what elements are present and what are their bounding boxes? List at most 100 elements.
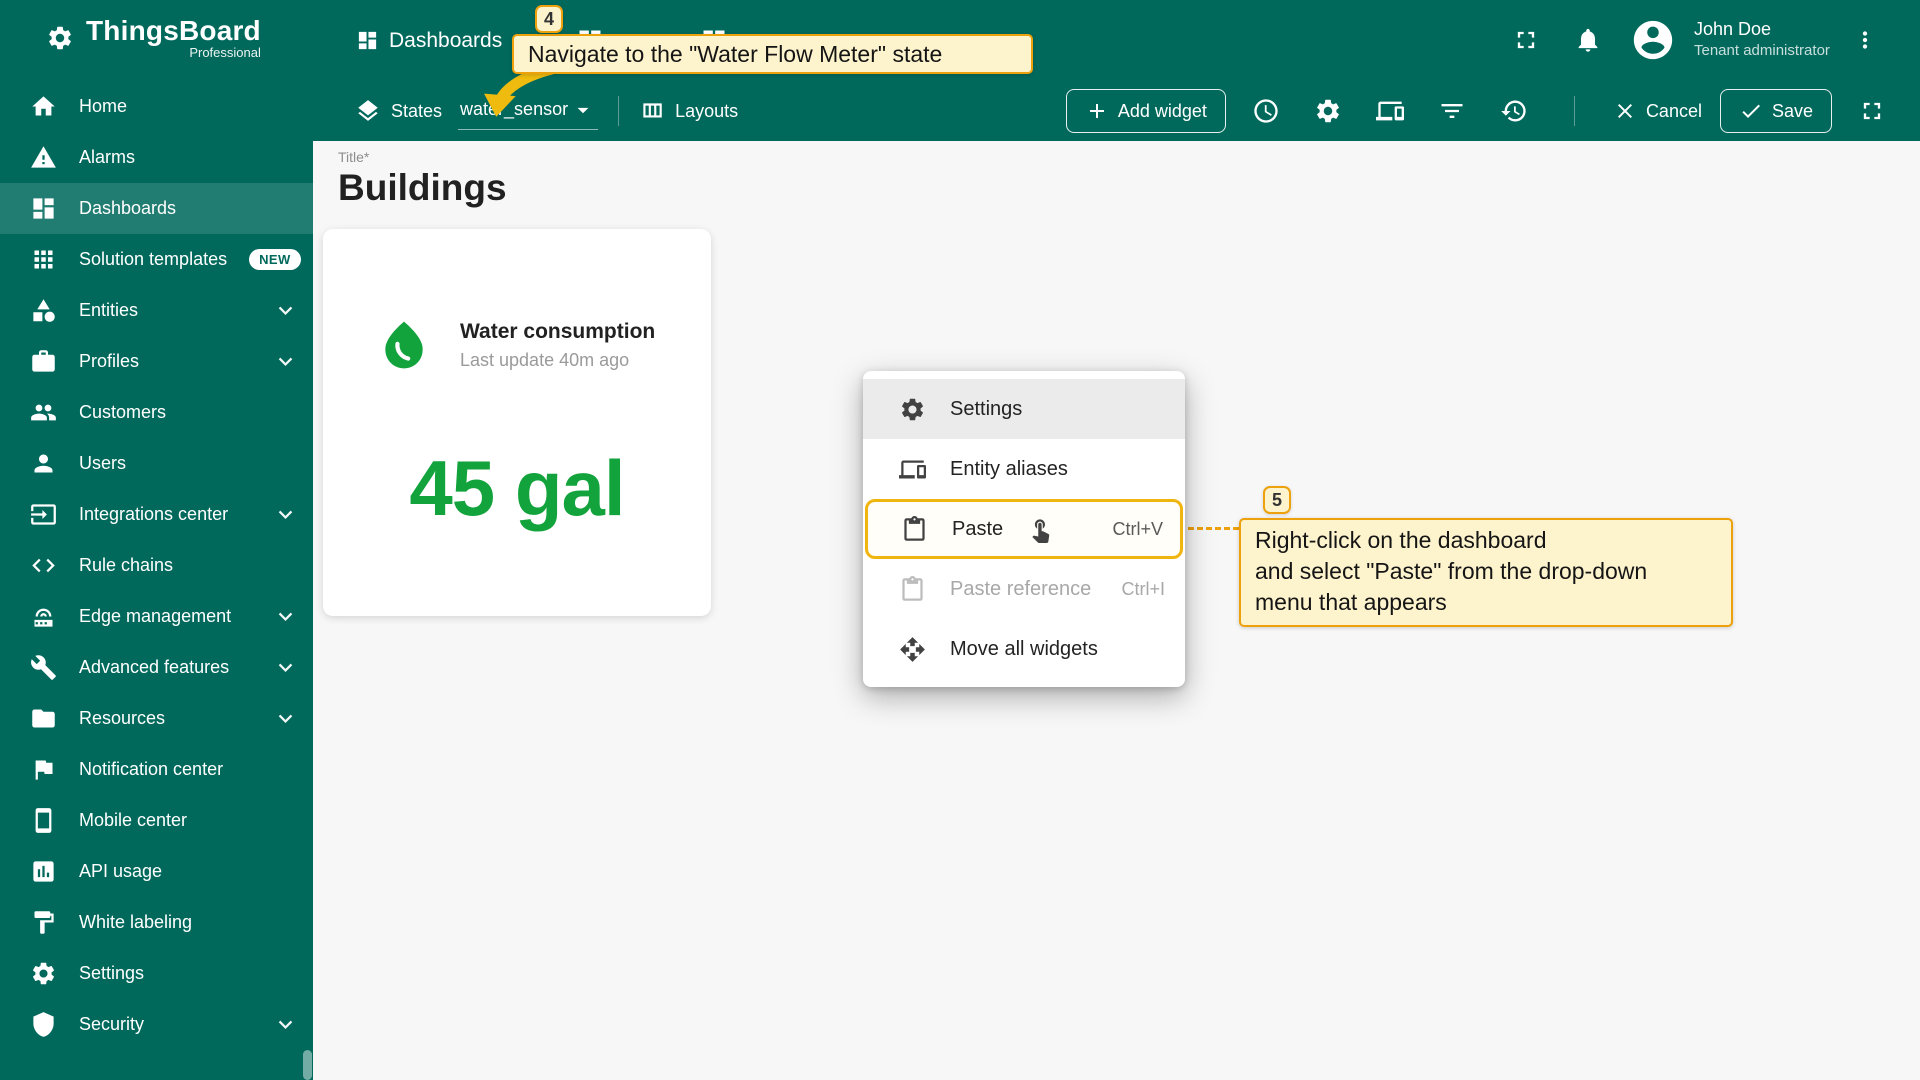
notifications-button[interactable] bbox=[1574, 26, 1602, 54]
states-label: States bbox=[391, 101, 442, 122]
add-widget-button[interactable]: Add widget bbox=[1066, 89, 1226, 133]
gear-icon bbox=[899, 396, 926, 423]
plus-icon bbox=[1085, 99, 1109, 123]
notification-flag-icon bbox=[30, 756, 57, 783]
dashboard-settings-button[interactable] bbox=[1306, 89, 1350, 133]
sidebar-item-label: Alarms bbox=[79, 147, 135, 168]
more-vert-icon bbox=[1852, 27, 1878, 53]
sidebar-item-users[interactable]: Users bbox=[0, 438, 313, 489]
sidebar-item-alarms[interactable]: Alarms bbox=[0, 132, 313, 183]
layouts-button[interactable]: Layouts bbox=[639, 98, 738, 124]
menu-item-label: Move all widgets bbox=[950, 638, 1098, 661]
header-overflow-menu-button[interactable] bbox=[1852, 27, 1878, 53]
sidebar-item-label: Integrations center bbox=[79, 504, 228, 525]
sidebar-item-label: Advanced features bbox=[79, 657, 229, 678]
sidebar-item-solution-templates[interactable]: Solution templates NEW bbox=[0, 234, 313, 285]
sidebar-item-advanced-features[interactable]: Advanced features bbox=[0, 642, 313, 693]
new-badge: NEW bbox=[249, 249, 301, 270]
bell-icon bbox=[1574, 26, 1602, 54]
sidebar-item-security[interactable]: Security bbox=[0, 999, 313, 1050]
menu-item-shortcut: Ctrl+I bbox=[1121, 579, 1165, 600]
history-icon bbox=[1500, 97, 1528, 125]
sidebar-item-label: Edge management bbox=[79, 606, 231, 627]
widget-value: 45 gal bbox=[323, 443, 711, 534]
sidebar-item-customers[interactable]: Customers bbox=[0, 387, 313, 438]
menu-item-move-all-widgets[interactable]: Move all widgets bbox=[863, 619, 1185, 679]
toolbar-right-group: Add widget Cancel bbox=[1066, 89, 1894, 133]
devices-icon bbox=[1376, 97, 1404, 125]
chevron-down-icon bbox=[272, 1011, 299, 1038]
toolbar-fullscreen-button[interactable] bbox=[1850, 89, 1894, 133]
sidebar-item-label: Profiles bbox=[79, 351, 139, 372]
api-usage-chart-icon bbox=[30, 858, 57, 885]
sidebar-item-label: Security bbox=[79, 1014, 144, 1035]
chevron-down-icon bbox=[272, 501, 299, 528]
dashboard-title[interactable]: Buildings bbox=[338, 167, 507, 209]
dashboard-title-field-label: Title* bbox=[338, 149, 369, 165]
sidebar-item-notification-center[interactable]: Notification center bbox=[0, 744, 313, 795]
resources-folder-icon bbox=[30, 705, 57, 732]
menu-item-paste-reference: Paste reference Ctrl+I bbox=[863, 559, 1185, 619]
sidebar-item-edge-management[interactable]: Edge management bbox=[0, 591, 313, 642]
sidebar-item-label: API usage bbox=[79, 861, 162, 882]
brand-logo[interactable]: ThingsBoard Professional bbox=[46, 16, 261, 60]
sidebar-item-dashboards[interactable]: Dashboards bbox=[0, 183, 313, 234]
sidebar-item-label: White labeling bbox=[79, 912, 192, 933]
profiles-icon bbox=[30, 348, 57, 375]
water-drop-icon bbox=[376, 317, 432, 373]
caret-down-icon bbox=[570, 97, 596, 123]
layouts-columns-icon bbox=[639, 98, 665, 124]
sidebar-item-profiles[interactable]: Profiles bbox=[0, 336, 313, 387]
menu-item-label: Paste bbox=[952, 518, 1003, 541]
sidebar-item-mobile-center[interactable]: Mobile center bbox=[0, 795, 313, 846]
settings-gear-icon bbox=[30, 960, 57, 987]
integrations-icon bbox=[30, 501, 57, 528]
rule-chains-icon bbox=[30, 552, 57, 579]
menu-item-entity-aliases[interactable]: Entity aliases bbox=[863, 439, 1185, 499]
sidebar-scrollbar-thumb[interactable] bbox=[303, 1050, 312, 1080]
user-avatar[interactable] bbox=[1630, 17, 1676, 63]
widget-header-text: Water consumption Last update 40m ago bbox=[460, 320, 655, 371]
sidebar-item-label: Entities bbox=[79, 300, 138, 321]
water-consumption-widget[interactable]: Water consumption Last update 40m ago 45… bbox=[323, 229, 711, 616]
entity-aliases-button[interactable] bbox=[1368, 89, 1412, 133]
home-icon bbox=[30, 93, 57, 120]
toolbar-divider bbox=[618, 96, 619, 126]
menu-item-shortcut: Ctrl+V bbox=[1112, 519, 1163, 540]
entities-icon bbox=[30, 297, 57, 324]
sidebar-item-entities[interactable]: Entities bbox=[0, 285, 313, 336]
states-layers-icon bbox=[355, 98, 381, 124]
sidebar-item-white-labeling[interactable]: White labeling bbox=[0, 897, 313, 948]
cancel-button[interactable]: Cancel bbox=[1613, 99, 1702, 123]
sidebar-item-api-usage[interactable]: API usage bbox=[0, 846, 313, 897]
sidebar-item-resources[interactable]: Resources bbox=[0, 693, 313, 744]
sidebar-item-home[interactable]: Home bbox=[0, 81, 313, 132]
step-5-badge: 5 bbox=[1263, 486, 1291, 514]
close-icon bbox=[1613, 99, 1637, 123]
sidebar-item-rule-chains[interactable]: Rule chains bbox=[0, 540, 313, 591]
filters-button[interactable] bbox=[1430, 89, 1474, 133]
timewindow-button[interactable] bbox=[1244, 89, 1288, 133]
sidebar-item-integrations-center[interactable]: Integrations center bbox=[0, 489, 313, 540]
step-5-connector-line bbox=[1188, 527, 1239, 530]
dashboards-breadcrumb-icon bbox=[356, 29, 379, 52]
breadcrumb-label: Dashboards bbox=[389, 29, 502, 53]
states-button[interactable]: States bbox=[355, 98, 442, 124]
menu-item-paste[interactable]: Paste Ctrl+V bbox=[865, 499, 1183, 559]
alarm-warning-icon bbox=[30, 144, 57, 171]
sidebar-item-label: Solution templates bbox=[79, 249, 227, 270]
paste-clipboard-icon bbox=[901, 516, 928, 543]
widget-header-row: Water consumption Last update 40m ago bbox=[376, 317, 711, 373]
chevron-down-icon bbox=[272, 705, 299, 732]
account-circle-icon bbox=[1630, 17, 1676, 63]
save-button[interactable]: Save bbox=[1720, 89, 1832, 133]
menu-item-settings[interactable]: Settings bbox=[863, 379, 1185, 439]
sidebar-item-label: Dashboards bbox=[79, 198, 176, 219]
version-history-button[interactable] bbox=[1492, 89, 1536, 133]
sidebar-item-label: Settings bbox=[79, 963, 144, 984]
menu-item-label: Entity aliases bbox=[950, 458, 1068, 481]
user-menu[interactable]: John Doe Tenant administrator bbox=[1694, 19, 1830, 59]
header-fullscreen-button[interactable] bbox=[1512, 26, 1540, 54]
layouts-label: Layouts bbox=[675, 101, 738, 122]
sidebar-item-settings[interactable]: Settings bbox=[0, 948, 313, 999]
